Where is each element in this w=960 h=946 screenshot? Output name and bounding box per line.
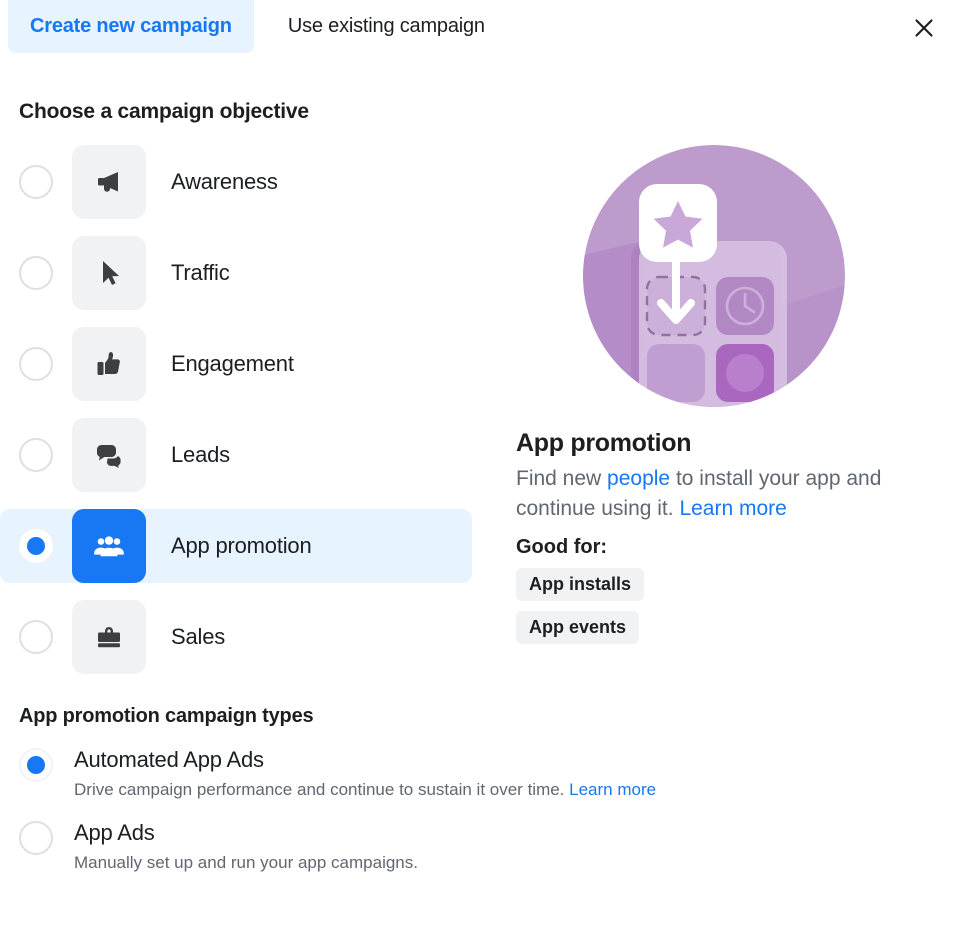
radio-leads[interactable] <box>19 438 53 472</box>
objective-icon-tile-sales <box>72 600 146 674</box>
chip-row-app-events: App events <box>516 611 960 654</box>
objective-icon-tile-app-promotion <box>72 509 146 583</box>
objective-icon-tile-leads <box>72 418 146 492</box>
objective-row-engagement[interactable]: Engagement <box>0 327 472 401</box>
tab-use-existing-campaign-label: Use existing campaign <box>287 15 485 37</box>
objective-label-app-promotion: App promotion <box>171 533 312 558</box>
close-button[interactable] <box>906 10 942 46</box>
cursor-icon <box>103 261 119 285</box>
tab-create-new-campaign[interactable]: Create new campaign <box>8 0 254 53</box>
chip-app-events: App events <box>516 611 640 644</box>
chip-app-installs: App installs <box>516 568 645 601</box>
tab-create-new-campaign-label: Create new campaign <box>30 15 232 37</box>
objective-row-app-promotion[interactable]: App promotion <box>0 509 472 583</box>
campaign-type-description-automated-app-ads: Drive campaign performance and continue … <box>74 778 656 801</box>
objective-row-leads[interactable]: Leads <box>0 418 472 492</box>
objective-row-awareness[interactable]: Awareness <box>0 145 472 219</box>
campaign-types-title: App promotion campaign types <box>19 705 314 727</box>
radio-awareness[interactable] <box>19 165 53 199</box>
objectives-and-detail-columns: Awareness Traffic Engagement Leads App p… <box>0 145 960 691</box>
radio-sales[interactable] <box>19 620 53 654</box>
radio-app-ads[interactable] <box>19 821 53 855</box>
radio-engagement[interactable] <box>19 347 53 381</box>
objective-label-traffic: Traffic <box>171 260 230 285</box>
objective-list: Awareness Traffic Engagement Leads App p… <box>0 145 472 691</box>
tab-bar: Create new campaign Use existing campaig… <box>0 0 960 53</box>
radio-app-promotion[interactable] <box>19 529 53 563</box>
illustration-wrap <box>508 145 960 407</box>
campaign-type-description-app-ads: Manually set up and run your app campaig… <box>74 851 418 874</box>
thumbs-up-icon <box>97 352 120 375</box>
objective-icon-tile-awareness <box>72 145 146 219</box>
tab-use-existing-campaign[interactable]: Use existing campaign <box>266 0 507 53</box>
app-install-illustration <box>583 145 845 407</box>
objective-label-engagement: Engagement <box>171 351 294 376</box>
shopping-bag-icon <box>98 627 120 648</box>
campaign-type-description-text-1: Manually set up and run your app campaig… <box>74 853 418 872</box>
detail-description: Find new people to install your app and … <box>516 464 924 524</box>
objective-label-awareness: Awareness <box>171 169 278 194</box>
learn-more-link-detail[interactable]: Learn more <box>679 497 786 520</box>
objective-row-sales[interactable]: Sales <box>0 600 472 674</box>
learn-more-link-automated-app-ads[interactable]: Learn more <box>569 780 656 799</box>
good-for-chips: App installs App events <box>516 568 960 654</box>
campaign-type-text-app-ads: App Ads Manually set up and run your app… <box>74 819 418 874</box>
campaign-type-row-automated-app-ads[interactable]: Automated App Ads Drive campaign perform… <box>19 746 960 801</box>
objective-row-traffic[interactable]: Traffic <box>0 236 472 310</box>
good-for-label: Good for: <box>516 536 608 558</box>
objective-icon-tile-traffic <box>72 236 146 310</box>
chip-row-app-installs: App installs <box>516 568 960 611</box>
dialog-body: Choose a campaign objective Awareness Tr… <box>0 100 960 874</box>
objective-label-sales: Sales <box>171 624 226 649</box>
dialog-header: Create new campaign Use existing campaig… <box>0 0 960 56</box>
objectives-section-title: Choose a campaign objective <box>19 100 309 123</box>
campaign-type-label-app-ads: App Ads <box>74 820 155 845</box>
close-icon <box>915 19 933 37</box>
speech-bubbles-icon <box>97 445 121 468</box>
objective-label-leads: Leads <box>171 442 230 467</box>
campaign-type-row-app-ads[interactable]: App Ads Manually set up and run your app… <box>19 819 960 874</box>
objective-icon-tile-engagement <box>72 327 146 401</box>
people-group-icon <box>94 536 124 557</box>
detail-title: App promotion <box>516 429 692 457</box>
radio-automated-app-ads[interactable] <box>19 748 53 782</box>
campaign-type-label-automated-app-ads: Automated App Ads <box>74 747 264 772</box>
campaign-type-text-automated-app-ads: Automated App Ads Drive campaign perform… <box>74 746 656 801</box>
objective-detail-panel: App promotion Find new people to install… <box>472 145 960 691</box>
radio-traffic[interactable] <box>19 256 53 290</box>
people-link[interactable]: people <box>607 467 670 490</box>
megaphone-icon <box>98 172 118 192</box>
detail-description-part1: Find new <box>516 467 608 490</box>
campaign-type-description-text-0: Drive campaign performance and continue … <box>74 780 570 799</box>
campaign-types-section: App promotion campaign types Automated A… <box>0 705 960 874</box>
